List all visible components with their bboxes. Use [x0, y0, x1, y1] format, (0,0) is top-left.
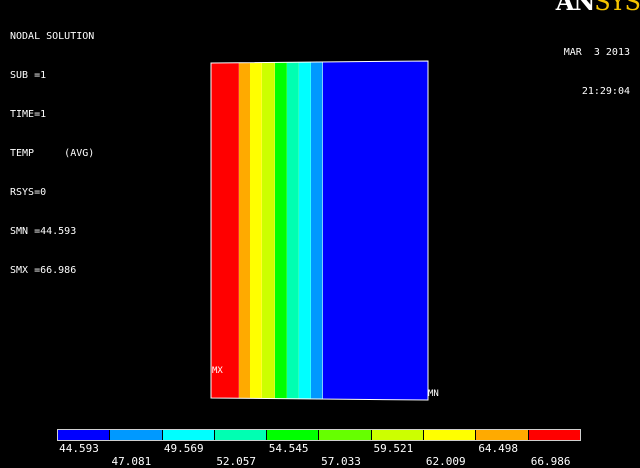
contour-band — [211, 62, 239, 399]
coordinate-system-text: RSYS=0 — [10, 187, 47, 198]
contour-band — [262, 62, 275, 399]
legend-swatch — [110, 430, 163, 440]
contour-bands — [211, 61, 428, 400]
substep-text: SUB =1 — [10, 70, 47, 81]
legend-value-label: 52.057 — [216, 455, 257, 468]
legend-value-label: 54.545 — [268, 442, 309, 455]
legend-value-label: 59.521 — [373, 442, 414, 455]
clock-text: 21:29:04 — [581, 86, 630, 97]
legend-value-label: 47.081 — [111, 455, 152, 468]
contour-band — [323, 61, 428, 400]
legend-value-label: 44.593 — [59, 442, 99, 455]
contour-band — [250, 62, 262, 399]
solution-title: NODAL SOLUTION — [10, 31, 95, 42]
min-value-text: SMN =44.593 — [10, 226, 77, 237]
legend-value-label: 49.569 — [163, 442, 204, 455]
solution-info: NODAL SOLUTION SUB =1 TIME=1 TEMP (AVG) … — [10, 4, 94, 290]
legend-swatch — [371, 430, 425, 440]
timestamp: MAR 3 2013 21:29:04 — [564, 20, 630, 111]
max-marker-label: MX — [212, 366, 223, 376]
date-text: MAR 3 2013 — [563, 47, 630, 58]
max-value-text: SMX =66.986 — [10, 265, 77, 276]
legend-value-label: 64.498 — [478, 442, 519, 455]
min-marker-label: MN — [428, 389, 439, 399]
time-text: TIME=1 — [10, 109, 47, 120]
color-legend — [57, 429, 581, 441]
legend-swatch — [58, 430, 111, 440]
legend-swatch — [162, 430, 215, 440]
contour-plot — [210, 60, 429, 401]
legend-value-label: 62.009 — [425, 455, 466, 468]
contour-band — [299, 62, 311, 399]
contour-band — [311, 61, 323, 400]
legend-swatch — [214, 430, 268, 440]
legend-swatch — [476, 430, 529, 440]
legend-value-label: 57.033 — [321, 455, 361, 468]
legend-swatch — [424, 430, 477, 440]
contour-band — [287, 62, 299, 399]
ansys-logo: ANSYS — [556, 0, 640, 16]
legend-swatch — [528, 430, 580, 440]
result-type-text: TEMP (AVG) — [10, 148, 95, 159]
legend-swatch — [319, 430, 372, 440]
legend-value-label: 66.986 — [530, 455, 571, 468]
logo-text-sys: SYS — [594, 0, 640, 16]
legend-swatch — [267, 430, 320, 440]
logo-text-an: AN — [555, 0, 596, 16]
contour-band — [275, 62, 287, 399]
